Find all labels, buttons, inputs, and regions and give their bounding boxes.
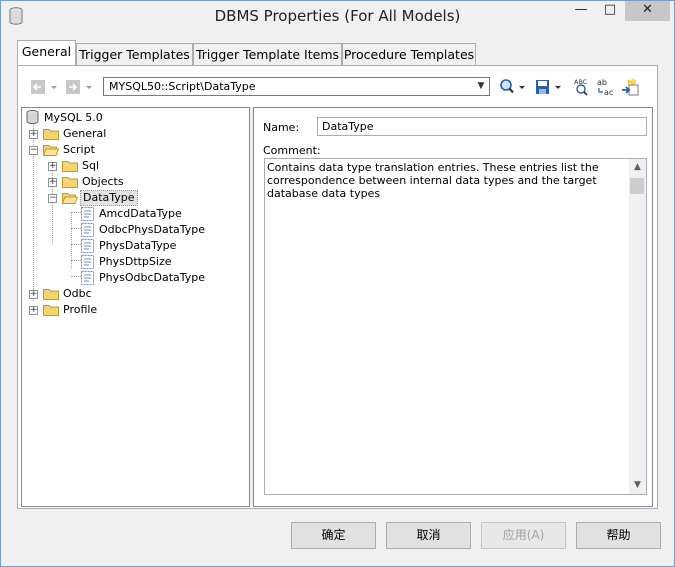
text-entry-icon xyxy=(81,239,94,253)
back-button[interactable] xyxy=(30,78,60,96)
spell-check-button[interactable]: ABC xyxy=(572,77,592,96)
find-button[interactable] xyxy=(498,78,528,96)
scroll-down-icon[interactable]: ▼ xyxy=(629,477,646,494)
expand-plus-icon[interactable]: + xyxy=(29,306,38,315)
tree-connector xyxy=(71,276,81,277)
tree-connector xyxy=(71,228,81,229)
ok-button[interactable]: 确定 xyxy=(291,522,376,549)
expand-plus-icon[interactable]: + xyxy=(29,290,38,299)
find-icon xyxy=(500,79,525,94)
collapse-minus-icon[interactable]: − xyxy=(48,194,57,203)
text-entry-icon xyxy=(81,271,94,285)
folder-icon xyxy=(43,129,59,140)
spell-check-icon: ABC xyxy=(574,78,588,96)
svg-text:ab: ab xyxy=(597,78,607,87)
close-icon: ✕ xyxy=(642,2,653,17)
tree-item-label: Script xyxy=(63,143,95,156)
title-bar: DBMS Properties (For All Models) — □ ✕ xyxy=(1,1,674,31)
tree-item-label: General xyxy=(63,127,107,140)
expand-plus-icon[interactable]: + xyxy=(48,178,57,187)
name-field[interactable]: DataType xyxy=(317,117,647,136)
text-entry-icon xyxy=(81,223,94,237)
expand-plus-icon[interactable]: + xyxy=(48,162,57,171)
tab-trigger-templates[interactable]: Trigger Templates xyxy=(76,43,193,65)
details-pane: Name: DataType Comment: Contains data ty… xyxy=(253,107,653,507)
tree-connector xyxy=(71,212,81,213)
replace-button[interactable]: ab ac xyxy=(596,77,616,97)
dialog-window: DBMS Properties (For All Models) — □ ✕ G… xyxy=(0,0,675,567)
tree-item-label: PhysDataType xyxy=(99,239,177,252)
path-combobox[interactable]: MYSQL50::Script\DataType ▼ xyxy=(103,77,490,96)
tab-trigger-template-items-label: Trigger Template Items xyxy=(195,47,340,62)
open-folder-icon xyxy=(62,193,78,204)
comment-field[interactable]: Contains data type translation entries. … xyxy=(264,158,647,495)
tree-connector xyxy=(71,260,81,261)
tab-procedure-templates[interactable]: Procedure Templates xyxy=(342,43,476,65)
tree-item-label: DataType xyxy=(80,190,138,206)
back-arrow-icon xyxy=(31,80,57,94)
tab-procedure-templates-label: Procedure Templates xyxy=(343,47,475,62)
forward-button[interactable] xyxy=(65,78,95,96)
tab-trigger-templates-label: Trigger Templates xyxy=(79,47,190,62)
text-entry-icon xyxy=(81,207,94,221)
tree-item-label: PhysOdbcDataType xyxy=(99,271,206,284)
comment-scrollbar[interactable]: ▲ ▼ xyxy=(629,159,646,494)
scroll-up-icon[interactable]: ▲ xyxy=(629,159,646,176)
tree-item-label: AmcdDataType xyxy=(99,207,182,220)
tree-item-label: OdbcPhysDataType xyxy=(99,223,206,236)
tab-general[interactable]: General xyxy=(17,40,76,65)
folder-icon xyxy=(62,161,78,172)
tree-item-label: Sql xyxy=(82,159,100,172)
cancel-button[interactable]: 取消 xyxy=(386,522,471,549)
import-button[interactable] xyxy=(620,77,640,96)
chevron-down-icon[interactable]: ▼ xyxy=(473,78,489,95)
close-button[interactable]: ✕ xyxy=(625,1,670,21)
name-label: Name: xyxy=(263,121,300,134)
folder-icon xyxy=(62,177,78,188)
tree-connector xyxy=(71,244,81,245)
minimize-icon: — xyxy=(574,2,588,17)
scroll-thumb[interactable] xyxy=(630,178,644,194)
expand-plus-icon[interactable]: + xyxy=(29,130,38,139)
collapse-minus-icon[interactable]: − xyxy=(29,146,38,155)
import-icon xyxy=(622,79,639,96)
tree-item-label: Odbc xyxy=(63,287,92,300)
comment-label: Comment: xyxy=(263,144,321,157)
tab-general-label: General xyxy=(21,44,72,59)
comment-value: Contains data type translation entries. … xyxy=(267,161,599,200)
apply-button[interactable]: 应用(A) xyxy=(481,522,566,549)
maximize-icon: □ xyxy=(603,2,617,17)
path-value: MYSQL50::Script\DataType xyxy=(109,80,256,93)
replace-icon: ab ac xyxy=(597,78,613,97)
save-button[interactable] xyxy=(534,78,564,96)
property-tree[interactable]: MySQL 5.0 + General − Script + Sql + Obj… xyxy=(21,107,250,507)
tree-item-label: PhysDttpSize xyxy=(99,255,172,268)
tree-connector xyxy=(52,164,53,244)
help-button[interactable]: 帮助 xyxy=(576,522,661,549)
forward-arrow-icon xyxy=(66,80,92,94)
database-icon xyxy=(26,110,39,124)
tree-root-label: MySQL 5.0 xyxy=(44,111,103,124)
svg-text:ac: ac xyxy=(604,88,613,97)
folder-icon xyxy=(43,305,59,316)
name-value: DataType xyxy=(322,120,374,133)
maximize-button[interactable]: □ xyxy=(596,1,624,21)
text-entry-icon xyxy=(81,255,94,269)
tree-item-label: Profile xyxy=(63,303,98,316)
minimize-button[interactable]: — xyxy=(567,1,595,21)
tab-trigger-template-items[interactable]: Trigger Template Items xyxy=(193,43,342,65)
folder-icon xyxy=(43,289,59,300)
general-tab-panel: MYSQL50::Script\DataType ▼ ABC ab ac MyS… xyxy=(17,65,658,509)
save-icon xyxy=(536,80,561,94)
open-folder-icon xyxy=(43,145,59,156)
tree-item-label: Objects xyxy=(82,175,124,188)
